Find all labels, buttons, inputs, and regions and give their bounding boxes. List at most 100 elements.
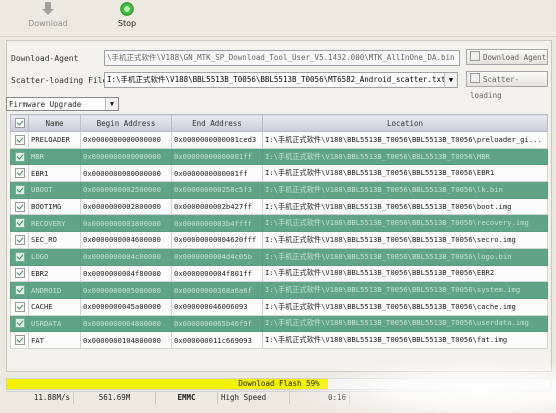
image-location: I:\手机正式软件\V188\BBL5513B_T0056\BBL5513B_T… (262, 231, 548, 249)
scatter-file-label: Scatter-loading File (11, 76, 108, 85)
checkbox-cell[interactable] (10, 164, 29, 183)
download-button[interactable]: Download (26, 2, 70, 34)
end-address: 0x0000000003b4ffff (171, 214, 263, 233)
end-address: 0x000000011c669093 (171, 331, 263, 349)
status-size: 561.69M (74, 392, 156, 404)
table-row[interactable]: BOOTIMG 0x0000000002800000 0x0000000002b42… (10, 197, 548, 216)
checkbox-cell[interactable] (10, 214, 29, 233)
end-address: 0x0000000000001ced3 (171, 131, 263, 149)
table-row[interactable]: ANDROID 0x0000000005000000 0x00000000368a6… (10, 281, 548, 299)
download-agent-button[interactable]: Download Agent (466, 49, 548, 65)
table-row[interactable]: SEC_RO 0x0000000004600000 0x00000000004620… (10, 231, 548, 249)
checkbox-cell[interactable] (10, 297, 29, 316)
partition-name: LOGO (28, 247, 81, 266)
partition-name: RECOVERY (28, 214, 81, 233)
file-open-icon (470, 73, 480, 83)
scatter-loading-button[interactable]: Scatter-loading (466, 71, 548, 100)
green-stop-icon (120, 2, 134, 16)
end-address: 0x00000000004620fff (171, 231, 263, 249)
checkbox[interactable] (14, 118, 25, 128)
begin-address: 0x0000000064800000 (80, 314, 172, 333)
table-row[interactable]: MBR 0x0000000000000000 0x00000000000001ff I… (10, 147, 548, 166)
scatter-file-select[interactable]: I:\手机正式软件\V188\BBL5513B_T0056\BBL5513B_T… (104, 72, 458, 88)
image-location: I:\手机正式软件\V188\BBL5513B_T0056\BBL5513B_T… (262, 314, 548, 333)
begin-address: 0x0000000000000000 (80, 164, 172, 183)
header-checkbox[interactable] (10, 114, 29, 132)
begin-address: 0x0000000002800000 (80, 197, 172, 216)
download-agent-button-label: Download Agent (483, 53, 547, 62)
begin-address: 0x0000000000000000 (80, 147, 172, 166)
partition-name: UBOOT (28, 181, 81, 199)
row-checkbox[interactable] (14, 134, 25, 145)
end-address: 0x00000000368a6a6f (171, 281, 263, 299)
end-address: 0x0000000004f801ff (171, 264, 263, 283)
partition-name: USRDATA (28, 314, 81, 333)
checkbox-cell[interactable] (10, 314, 29, 333)
row-checkbox[interactable] (14, 268, 25, 279)
chevron-down-icon[interactable]: ▼ (444, 73, 457, 87)
row-checkbox[interactable] (14, 201, 25, 212)
image-location: I:\手机正式软件\V188\BBL5513B_T0056\BBL5513B_T… (262, 264, 548, 283)
header-end-address[interactable]: End Address (171, 114, 263, 132)
checkbox-cell[interactable] (10, 147, 29, 166)
table-row[interactable]: LOGO 0x0000000004c00000 0x0000000004d4c05b… (10, 247, 548, 266)
checkbox-cell[interactable] (10, 247, 29, 266)
checkbox-cell[interactable] (10, 331, 29, 349)
header-begin-address[interactable]: Begin Address (80, 114, 172, 132)
mode-select[interactable]: Firmware Upgrade ▼ (6, 97, 119, 111)
row-checkbox[interactable] (14, 301, 25, 312)
table-row[interactable]: FAT 0x0000000104800000 0x000000011c669093 I… (10, 331, 548, 349)
row-checkbox[interactable] (14, 285, 25, 296)
checkbox-cell[interactable] (10, 281, 29, 299)
begin-address: 0x0000000004f80000 (80, 264, 172, 283)
end-address: 0x0000000002b427ff (171, 197, 263, 216)
table-row[interactable]: CACHE 0x0000000045a00000 0x000000046006093… (10, 297, 548, 316)
file-open-icon (470, 51, 480, 61)
table-row[interactable]: UBOOT 0x0000000002500000 0x000000000258c5f… (10, 181, 548, 199)
image-location: I:\手机正式软件\V188\BBL5513B_T0056\BBL5513B_T… (262, 181, 548, 199)
row-checkbox[interactable] (14, 335, 25, 346)
download-agent-path[interactable]: \手机正式软件\V188\GN_MTK_SP_Download_Tool_Use… (104, 50, 460, 66)
checkbox-cell[interactable] (10, 181, 29, 199)
begin-address: 0x0000000004600000 (80, 231, 172, 249)
table-header: Name Begin Address End Address Location (10, 114, 548, 132)
checkbox-cell[interactable] (10, 197, 29, 216)
row-checkbox[interactable] (14, 318, 25, 329)
partition-name: BOOTIMG (28, 197, 81, 216)
partition-name: EBR2 (28, 264, 81, 283)
image-location: I:\手机正式软件\V188\BBL5513B_T0056\BBL5513B_T… (262, 331, 548, 349)
end-address: 0x00000000000001ff (171, 147, 263, 166)
status-extra (350, 392, 552, 404)
stop-button[interactable]: Stop (105, 2, 149, 34)
partition-name: MBR (28, 147, 81, 166)
row-checkbox[interactable] (14, 251, 25, 262)
begin-address: 0x0000000045a00000 (80, 297, 172, 316)
status-storage: EMMC (156, 392, 218, 404)
table-row[interactable]: USRDATA 0x0000000064800000 0x0000000065b46… (10, 314, 548, 333)
checkbox-cell[interactable] (10, 131, 29, 149)
row-checkbox[interactable] (14, 168, 25, 179)
row-checkbox[interactable] (14, 151, 25, 162)
download-agent-label: Download-Agent (11, 54, 79, 63)
partition-name: SEC_RO (28, 231, 81, 249)
table-row[interactable]: PRELOADER 0x0000000000000000 0x00000000000… (10, 131, 548, 149)
status-bar: 11.88M/s 561.69M EMMC High Speed 0:16 (6, 391, 552, 404)
begin-address: 0x0000000000000000 (80, 131, 172, 149)
row-checkbox[interactable] (14, 184, 25, 195)
begin-address: 0x0000000002500000 (80, 181, 172, 199)
chevron-down-icon[interactable]: ▼ (105, 98, 118, 110)
image-location: I:\手机正式软件\V188\BBL5513B_T0056\BBL5513B_T… (262, 214, 548, 233)
scatter-file-path: I:\手机正式软件\V188\BBL5513B_T0056\BBL5513B_T… (107, 75, 446, 84)
row-checkbox[interactable] (14, 234, 25, 245)
status-time: 0:16 (290, 392, 350, 404)
table-row[interactable]: EBR2 0x0000000004f80000 0x0000000004f801ff… (10, 264, 548, 283)
end-address: 0x0000000000001ff (171, 164, 263, 183)
table-row[interactable]: EBR1 0x0000000000000000 0x0000000000001ff I… (10, 164, 548, 183)
header-name[interactable]: Name (28, 114, 81, 132)
checkbox-cell[interactable] (10, 231, 29, 249)
header-location[interactable]: Location (262, 114, 548, 132)
checkbox-cell[interactable] (10, 264, 29, 283)
status-speed: 11.88M/s (6, 392, 74, 404)
row-checkbox[interactable] (14, 218, 25, 229)
table-row[interactable]: RECOVERY 0x0000000003800000 0x0000000003b4… (10, 214, 548, 233)
